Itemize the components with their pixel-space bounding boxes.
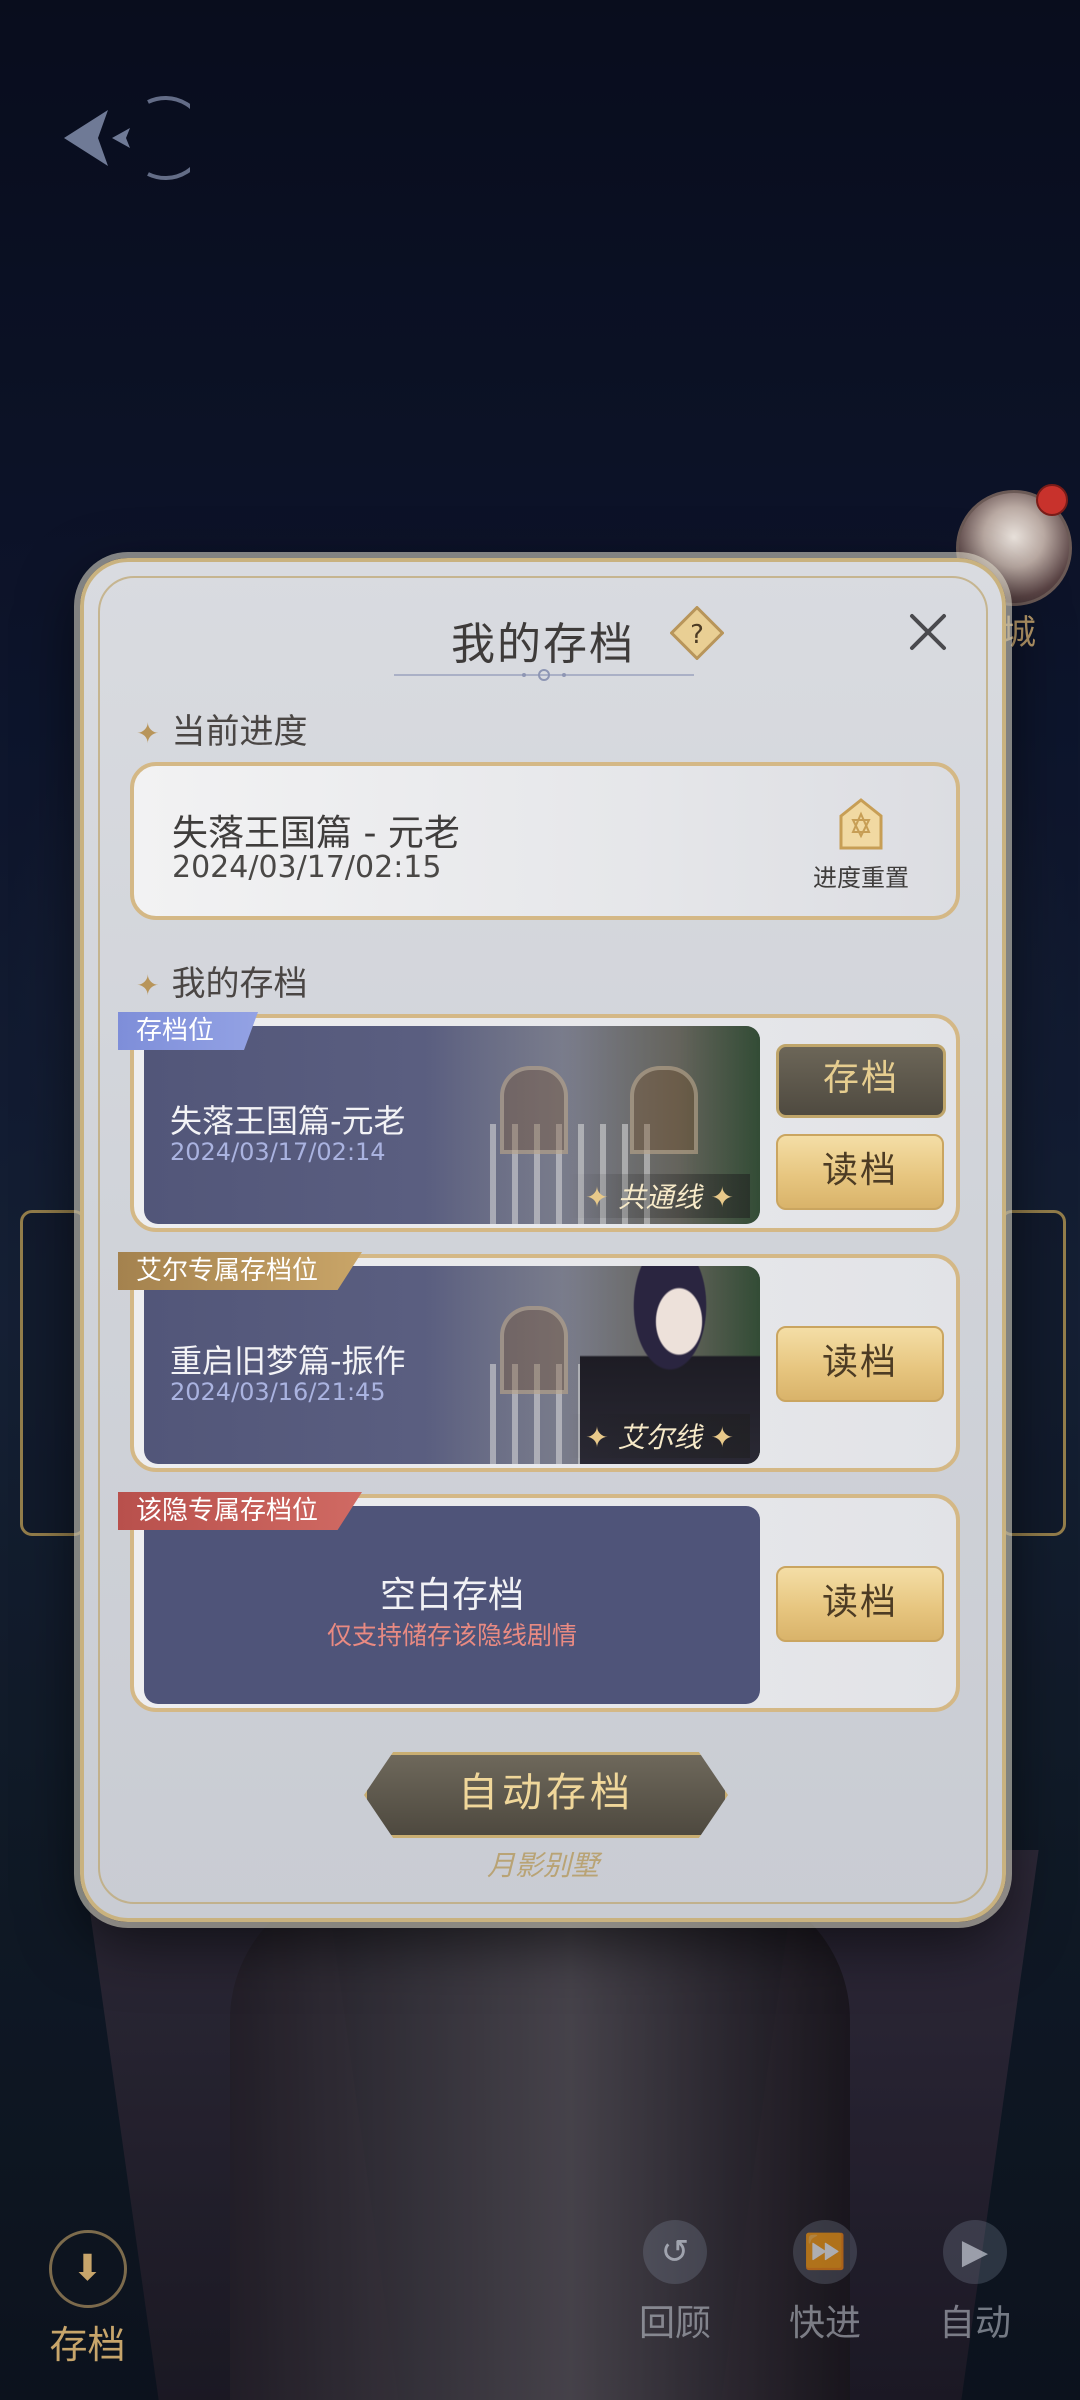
slot-1-time: 2024/03/17/02:14: [170, 1138, 386, 1166]
load-button-slot-1[interactable]: 读档: [776, 1134, 944, 1210]
slot-1-name: 失落王国篇-元老: [170, 1102, 406, 1140]
slot-2-name: 重启旧梦篇-振作: [170, 1342, 406, 1380]
slot-arch: [630, 1066, 698, 1154]
current-time: 2024/03/17/02:15: [172, 850, 442, 885]
load-button-slot-2[interactable]: 读档: [776, 1326, 944, 1402]
my-saves-heading: ✦ 我的存档: [136, 956, 307, 1005]
bottom-auto-label: 自动: [938, 2303, 1011, 2344]
review-icon: ↺: [643, 2220, 707, 2284]
current-progress-label: 当前进度: [171, 712, 308, 752]
slot-1-tag: 存档位: [118, 1012, 259, 1050]
save-dialog: 我的存档 ? ✦ 当前进度 失落王国篇 - 元老 2024/03/17/02:15…: [80, 558, 1006, 1922]
progress-reset-button[interactable]: 进度重置: [796, 796, 926, 893]
load-button-slot-3[interactable]: 读档: [776, 1566, 944, 1642]
current-chapter: 失落王国篇 - 元老: [172, 813, 460, 854]
bottom-auto-button[interactable]: ▶ 自动: [920, 2220, 1030, 2346]
bottom-review-button[interactable]: ↺ 回顾: [620, 2220, 730, 2346]
slot-3-empty-note: 仅支持储存该隐线剧情: [326, 1621, 577, 1650]
slot-2-route: ✦ 艾尔线 ✦: [569, 1414, 750, 1458]
bottom-save-button[interactable]: ⬇ 存档: [40, 2230, 135, 2369]
slot-2-route-label: 艾尔线: [617, 1421, 702, 1454]
slot-3-empty-title: 空白存档: [379, 1575, 524, 1616]
current-progress-card: 失落王国篇 - 元老 2024/03/17/02:15 进度重置: [130, 762, 960, 920]
slot-arch: [500, 1066, 568, 1154]
bottom-fast-forward-label: 快进: [788, 2303, 861, 2344]
save-icon: ⬇: [48, 2230, 127, 2308]
shop-label[interactable]: 城: [1002, 605, 1036, 654]
sparkle-icon: ✦: [136, 717, 160, 750]
bottom-review-label: 回顾: [638, 2303, 711, 2344]
save-slot-1: 失落王国篇-元老 2024/03/17/02:14 ✦ 共通线 ✦ 存档位 存档…: [118, 1012, 960, 1232]
my-saves-label: 我的存档: [171, 964, 308, 1004]
close-icon[interactable]: [904, 608, 952, 656]
save-slot-1-card[interactable]: 失落王国篇-元老 2024/03/17/02:14 ✦ 共通线 ✦: [144, 1026, 760, 1224]
save-slot-2: 重启旧梦篇-振作 2024/03/16/21:45 ✦ 艾尔线 ✦ 艾尔专属存档…: [118, 1252, 960, 1472]
back-arrow-icon[interactable]: [50, 88, 190, 188]
slot-2-time: 2024/03/16/21:45: [170, 1378, 386, 1406]
current-progress-heading: ✦ 当前进度: [136, 704, 307, 753]
progress-reset-label: 进度重置: [813, 864, 909, 892]
play-icon: ▶: [943, 2220, 1007, 2284]
slot-1-route: ✦ 共通线 ✦: [569, 1174, 750, 1218]
save-slot-3: 空白存档 仅支持储存该隐线剧情 该隐专属存档位 读档: [118, 1492, 960, 1712]
game-logo: 月影别墅: [486, 1849, 599, 1882]
notification-dot: [1036, 484, 1068, 516]
bottom-save-label: 存档: [49, 2323, 126, 2367]
sparkle-icon: ✦: [136, 969, 160, 1002]
slot-arch: [500, 1306, 568, 1394]
title-ornament: [394, 669, 694, 681]
slot-3-tag: 该隐专属存档位: [118, 1492, 363, 1530]
fast-forward-icon: ⏩: [793, 2220, 857, 2284]
dialog-title: 我的存档: [451, 619, 635, 670]
save-slot-3-card[interactable]: 空白存档 仅支持储存该隐线剧情: [144, 1506, 760, 1704]
svg-text:?: ?: [690, 620, 704, 650]
slot-1-route-label: 共通线: [617, 1181, 702, 1214]
help-diamond-icon[interactable]: ?: [670, 606, 724, 660]
reset-emblem-icon: [839, 798, 883, 850]
auto-save-button[interactable]: 自动存档: [364, 1752, 728, 1838]
save-button[interactable]: 存档: [776, 1044, 946, 1118]
bottom-fast-forward-button[interactable]: ⏩ 快进: [770, 2220, 880, 2346]
slot-2-tag: 艾尔专属存档位: [118, 1252, 363, 1290]
save-slot-2-card[interactable]: 重启旧梦篇-振作 2024/03/16/21:45 ✦ 艾尔线 ✦: [144, 1266, 760, 1464]
